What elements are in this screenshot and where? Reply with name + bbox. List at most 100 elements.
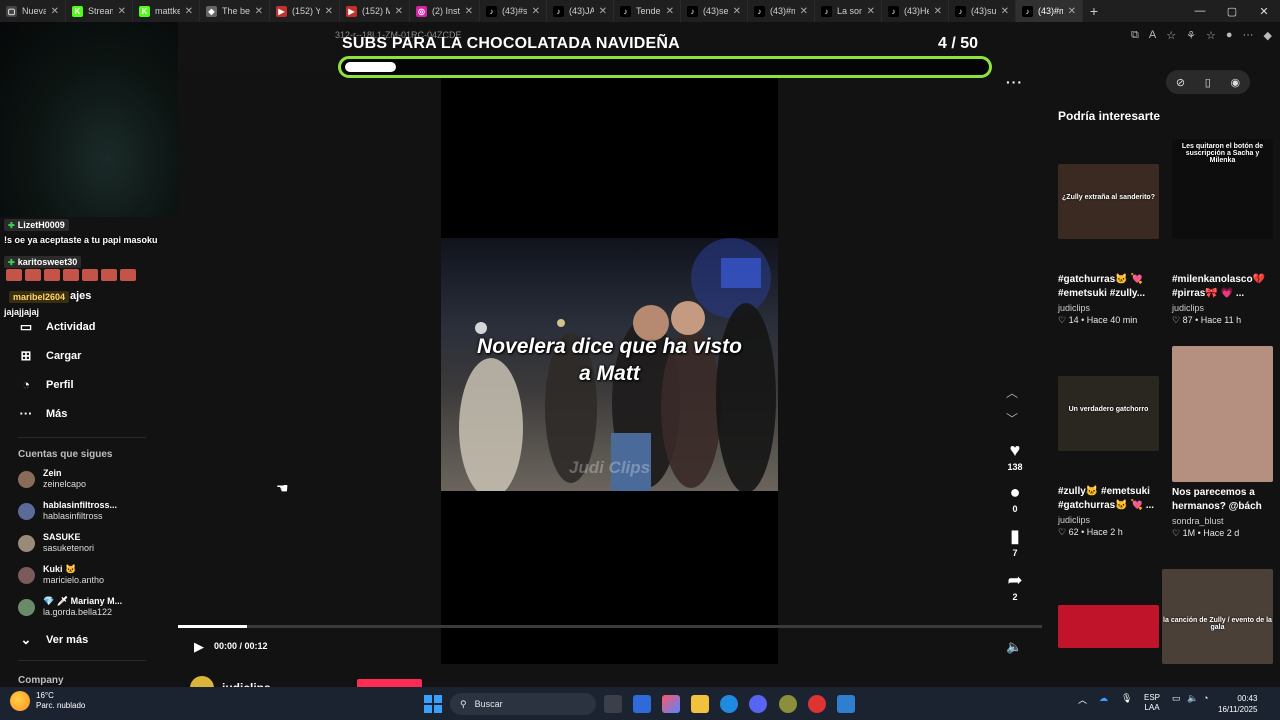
tab-close-icon[interactable]: ✕ xyxy=(867,6,875,17)
tab-close-icon[interactable]: ✕ xyxy=(666,6,674,17)
browser-tab[interactable]: ♪ (43)#m ✕ xyxy=(1016,0,1083,22)
phone-icon[interactable]: ▯ xyxy=(1205,76,1211,89)
card-username[interactable]: sondra_blust xyxy=(1172,516,1273,526)
sidebar-item-mas[interactable]: ··· Más xyxy=(18,406,68,421)
maximize-icon[interactable]: ▢ xyxy=(1216,0,1248,22)
recorder-icon[interactable] xyxy=(808,695,826,713)
video-thumbnail[interactable] xyxy=(1172,346,1273,482)
following-item[interactable]: hablasinfiltross... hablasinfiltross xyxy=(18,500,117,522)
like-button[interactable]: ♥ 138 xyxy=(1000,440,1030,472)
sidebar-item-actividad[interactable]: ▭ Actividad xyxy=(18,319,96,335)
play-icon[interactable]: ▶ xyxy=(194,639,204,655)
video-thumbnail[interactable]: Les quitaron el botón de suscripción a S… xyxy=(1172,139,1273,239)
minimize-icon[interactable]: — xyxy=(1184,0,1216,22)
video-thumbnail[interactable]: ¿Zully extraña al sanderito? xyxy=(1058,164,1159,239)
browser-tab[interactable]: ♪ (43)#sa ✕ xyxy=(480,0,547,22)
recommendation-card[interactable]: Les quitaron el botón de suscripción a S… xyxy=(1172,139,1273,326)
card-username[interactable]: judiclips xyxy=(1058,303,1159,313)
following-item[interactable]: Zein zeinelcapo xyxy=(18,468,86,490)
browser-tab[interactable]: ▶ (152) M ✕ xyxy=(340,0,410,22)
extensions-icon[interactable]: ⚘ xyxy=(1186,29,1196,42)
sidebar-item-cargar[interactable]: ⊞ Cargar xyxy=(18,348,82,364)
recommendation-card[interactable]: la canción de Zully / evento de la gala xyxy=(1162,569,1273,664)
comment-button[interactable]: ● 0 xyxy=(1000,482,1030,514)
close-window-icon[interactable]: ✕ xyxy=(1248,0,1280,22)
browser-tab[interactable]: ♪ La sonri ✕ xyxy=(815,0,882,22)
onedrive-icon[interactable]: ☁ xyxy=(1099,693,1108,704)
battery-icon[interactable]: ◔ xyxy=(1203,693,1208,703)
new-tab-button[interactable]: + xyxy=(1083,0,1105,22)
favorite-star-icon[interactable]: ☆ xyxy=(1166,29,1176,42)
browser-tab[interactable]: ♪ Tenden ✕ xyxy=(614,0,681,22)
profile-avatar-icon[interactable]: ● xyxy=(1226,29,1233,42)
app-icon[interactable] xyxy=(779,695,797,713)
following-item[interactable]: 💎 🗡 Mariany M... la.gorda.bella122 xyxy=(18,596,122,618)
tab-close-icon[interactable]: ✕ xyxy=(1001,6,1009,17)
app-icon[interactable] xyxy=(837,695,855,713)
tab-close-icon[interactable]: ✕ xyxy=(800,6,808,17)
tab-close-icon[interactable]: ✕ xyxy=(185,6,193,17)
browser-tab[interactable]: ◎ (2) Insta ✕ xyxy=(410,0,480,22)
edge-icon[interactable] xyxy=(720,695,738,713)
sidebar-item-perfil[interactable]: ◔ Perfil xyxy=(18,377,73,392)
chevron-up-icon[interactable]: ︿ xyxy=(1006,384,1018,401)
windows-start-icon[interactable] xyxy=(424,695,442,713)
save-button[interactable]: ▮ 7 xyxy=(1000,526,1030,558)
tab-close-icon[interactable]: ✕ xyxy=(51,6,59,17)
video-thumbnail[interactable] xyxy=(1058,605,1159,648)
recommendation-card[interactable]: Un verdadero gatchorro #zully🐱 #emetsuki … xyxy=(1058,376,1159,538)
read-aloud-icon[interactable]: A xyxy=(1149,29,1156,42)
discord-icon[interactable] xyxy=(749,695,767,713)
taskbar-search[interactable]: ⚲ Buscar xyxy=(450,693,596,715)
tab-close-icon[interactable]: ✕ xyxy=(325,6,333,17)
browser-tab[interactable]: ◆ The bes ✕ xyxy=(200,0,270,22)
volume-icon[interactable]: 🔈 xyxy=(1006,639,1022,655)
following-item[interactable]: SASUKE sasuketenori xyxy=(18,532,94,554)
task-view-icon[interactable] xyxy=(604,695,622,713)
browser-tab[interactable]: ♪ (43)su c ✕ xyxy=(949,0,1016,22)
card-username[interactable]: judiclips xyxy=(1058,515,1159,525)
card-username[interactable]: judiclips xyxy=(1172,303,1273,313)
copilot-icon[interactable]: ◆ xyxy=(1264,29,1272,42)
tab-close-icon[interactable]: ✕ xyxy=(532,6,540,17)
card-title[interactable]: #zully🐱 #emetsuki #gatchurras🐱 💘 ... xyxy=(1058,485,1159,513)
recommendation-card[interactable]: Nos parecemos a hermanos? @bách sondra_bl… xyxy=(1172,346,1273,539)
taskbar-clock[interactable]: 00:43 16/11/2025 xyxy=(1218,693,1257,715)
copilot-app-icon[interactable] xyxy=(662,695,680,713)
browser-tab[interactable]: ▢ Nueva p ✕ xyxy=(0,0,66,22)
share-button[interactable]: ➦ 2 xyxy=(1000,570,1030,602)
tab-close-icon[interactable]: ✕ xyxy=(395,6,403,17)
file-explorer-icon[interactable] xyxy=(691,695,709,713)
browser-tab[interactable]: ▶ (152) Yo ✕ xyxy=(270,0,340,22)
video-thumbnail[interactable]: la canción de Zully / evento de la gala xyxy=(1162,569,1273,664)
see-more-button[interactable]: ⌄ Ver más xyxy=(18,632,89,648)
browser-tab[interactable]: ♪ (43)#m ✕ xyxy=(748,0,815,22)
recommendation-card[interactable]: ¿Zully extraña al sanderito? #gatchurras🐱… xyxy=(1058,164,1159,326)
browser-tab[interactable]: ♪ (43)Her ✕ xyxy=(882,0,949,22)
card-title[interactable]: Nos parecemos a hermanos? @bách xyxy=(1172,486,1273,514)
sidebar-item-partial[interactable]: ajes xyxy=(70,290,91,302)
favorites-icon[interactable]: ☆ xyxy=(1206,29,1216,42)
video-thumbnail[interactable]: Un verdadero gatchorro xyxy=(1058,376,1159,451)
browser-tab[interactable]: ♪ (43)JAJ ✕ xyxy=(547,0,614,22)
tab-close-icon[interactable]: ✕ xyxy=(733,6,741,17)
store-icon[interactable] xyxy=(633,695,651,713)
tab-close-icon[interactable]: ✕ xyxy=(465,6,473,17)
browser-tab[interactable]: K Stream ✕ xyxy=(66,0,133,22)
video-progress-bar[interactable] xyxy=(178,625,1042,628)
following-item[interactable]: Kuki 🐱 maricielo.antho xyxy=(18,564,104,586)
browser-tab[interactable]: ♪ (43)se S ✕ xyxy=(681,0,748,22)
compass-icon[interactable]: ⊘ xyxy=(1176,76,1185,89)
recommendation-card[interactable] xyxy=(1058,605,1159,648)
user-avatar-icon[interactable]: ◉ xyxy=(1231,76,1241,89)
open-in-app-icon[interactable]: ⧉ xyxy=(1131,29,1139,42)
wifi-icon[interactable]: ▭ xyxy=(1172,693,1181,704)
tab-close-icon[interactable]: ✕ xyxy=(599,6,607,17)
card-title[interactable]: #milenkanolasco💔 #pirras🎀 💗 ... xyxy=(1172,273,1273,301)
tab-close-icon[interactable]: ✕ xyxy=(1068,6,1076,17)
tab-close-icon[interactable]: ✕ xyxy=(118,6,126,17)
weather-widget[interactable]: 16°C Parc. nublado xyxy=(10,691,85,711)
speaker-icon[interactable]: 🔈 xyxy=(1187,693,1198,704)
microphone-icon[interactable]: 🎙 xyxy=(1121,693,1132,704)
card-title[interactable]: #gatchurras🐱 💘 #emetsuki #zully... xyxy=(1058,273,1159,301)
